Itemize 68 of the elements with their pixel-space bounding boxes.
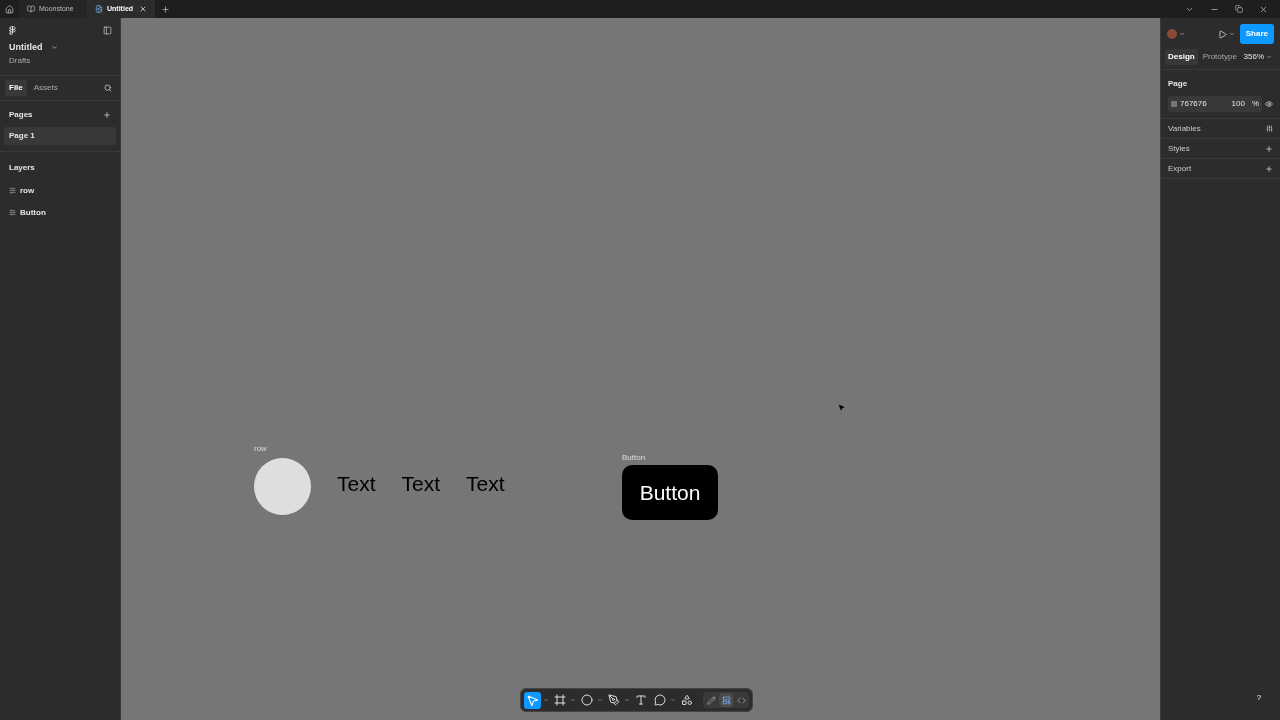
panel-tab[interactable]: Design (1165, 49, 1198, 65)
text-layer: Text (337, 473, 376, 494)
color-hex: 767676 (1180, 98, 1207, 110)
frame-icon (553, 694, 566, 706)
search-icon[interactable] (104, 83, 112, 92)
mode-button[interactable] (719, 693, 733, 707)
color-field[interactable]: 767676 100 % (1168, 96, 1262, 112)
add-icon[interactable] (103, 110, 111, 119)
chevron-icon[interactable] (1179, 31, 1185, 37)
present-icon[interactable] (1217, 29, 1227, 39)
frame-label: Button (622, 454, 646, 462)
shapes-icon (680, 694, 693, 706)
app-menu-icon[interactable] (8, 26, 17, 35)
opacity-value: 100 (1231, 98, 1245, 110)
caret-icon (624, 697, 630, 703)
circle-icon (580, 694, 593, 706)
pen-icon (607, 694, 620, 706)
page-item[interactable]: Page 1 (4, 126, 116, 145)
caret-icon (597, 697, 603, 703)
tool-button[interactable] (605, 691, 630, 709)
close-icon[interactable] (139, 5, 147, 13)
add-icon[interactable] (1265, 164, 1273, 173)
panel-tab[interactable]: Assets (29, 79, 62, 96)
restore-icon[interactable] (1235, 5, 1243, 13)
layer-item[interactable]: row (20, 184, 35, 197)
text-layer: Text (401, 473, 441, 494)
comment-icon (653, 694, 666, 706)
panel-tab[interactable]: Prototype (1199, 49, 1240, 65)
code-icon (736, 695, 746, 705)
section-heading: Export (1168, 162, 1192, 175)
draft-icon (95, 5, 103, 13)
pencil-icon (706, 695, 716, 705)
tool-button[interactable] (524, 691, 549, 709)
layout-icon (721, 695, 731, 705)
file-title[interactable]: Untitled (9, 41, 43, 55)
caret-icon (543, 697, 549, 703)
visibility-icon[interactable] (1265, 100, 1273, 108)
frame-label: row (254, 445, 267, 453)
text-icon (634, 694, 647, 706)
panel-tab[interactable]: File (5, 79, 27, 96)
cursor-icon (838, 404, 845, 411)
button-text: Button (639, 479, 701, 506)
text-layer: Text (466, 473, 505, 494)
chevron-icon[interactable] (1266, 54, 1272, 60)
home-icon[interactable] (5, 4, 14, 14)
add-icon[interactable] (1265, 144, 1273, 153)
panel-toggle-icon[interactable] (103, 26, 112, 35)
section-heading: Variables (1168, 122, 1201, 135)
new-tab-icon[interactable] (161, 4, 170, 14)
file-location: Drafts (8, 54, 32, 67)
close-icon[interactable] (1259, 4, 1268, 14)
zoom-level[interactable]: 356% (1243, 51, 1264, 63)
layer-item[interactable]: Button (20, 206, 46, 219)
tool-button[interactable] (578, 691, 603, 709)
tool-button[interactable] (651, 691, 676, 709)
chevron-icon[interactable] (1228, 31, 1235, 37)
chevron-icon[interactable] (50, 44, 58, 52)
sliders-icon[interactable] (1266, 125, 1273, 132)
book-icon (27, 5, 35, 13)
caret-icon (670, 697, 676, 703)
section-heading: Styles (1168, 142, 1190, 155)
pointer-icon (526, 693, 539, 707)
section-heading: Pages (9, 108, 33, 121)
caret-icon (570, 697, 576, 703)
unit-label: % (1251, 98, 1259, 110)
section-heading: Layers (9, 162, 35, 172)
color-swatch[interactable] (1171, 101, 1177, 107)
section-heading: Page (1168, 79, 1188, 88)
